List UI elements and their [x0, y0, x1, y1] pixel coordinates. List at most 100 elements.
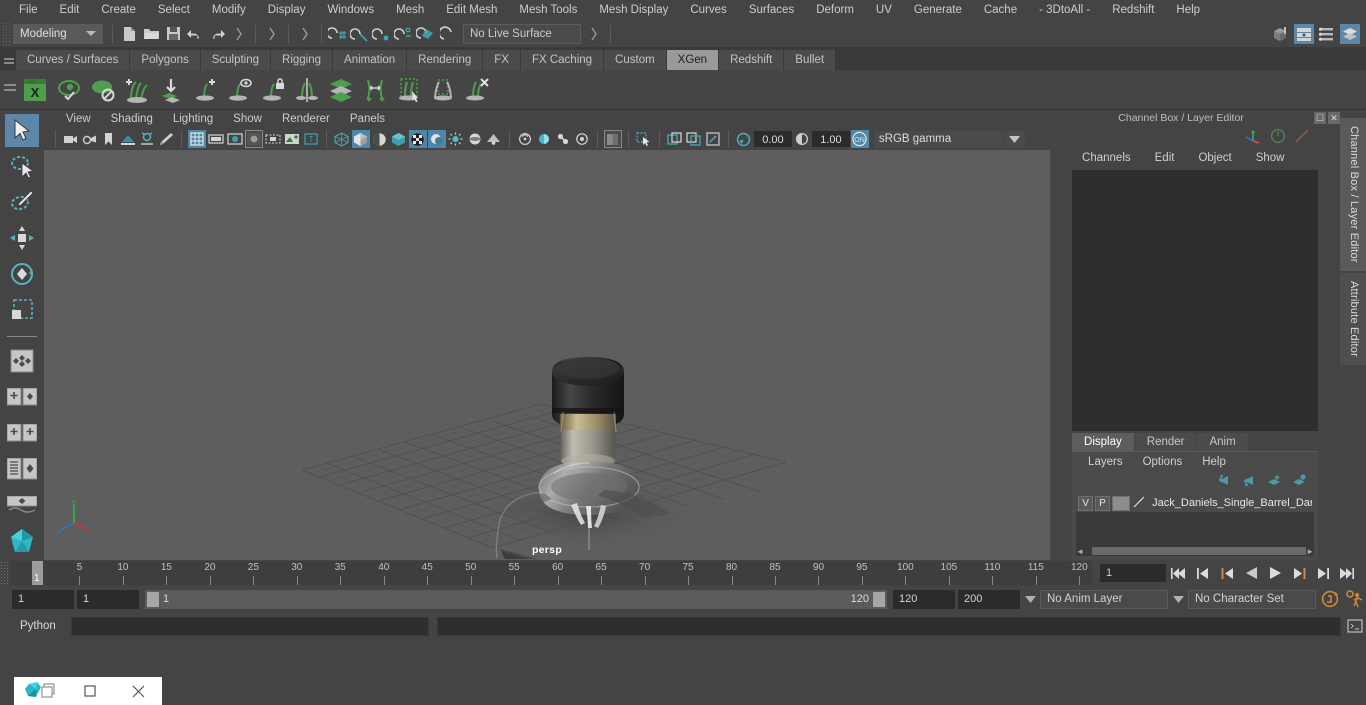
shelf-tab-fx-caching[interactable]: FX Caching: [520, 50, 605, 70]
command-language-label[interactable]: Python: [12, 620, 68, 632]
shelf-tab-xgen[interactable]: XGen: [666, 50, 720, 70]
viewport-menu-panels[interactable]: Panels: [340, 110, 395, 128]
close-icon[interactable]: [114, 677, 162, 705]
restore-window-icon[interactable]: ☐: [1314, 112, 1327, 124]
menu-help[interactable]: Help: [1165, 0, 1211, 20]
auto-keyframe-icon[interactable]: [1319, 588, 1341, 610]
menu-cache[interactable]: Cache: [973, 0, 1028, 20]
select-by-object-icon[interactable]: [261, 23, 283, 45]
grease-pencil-icon[interactable]: [157, 130, 175, 148]
menu-create[interactable]: Create: [90, 0, 147, 20]
create-layer-from-selected-icon[interactable]: [1291, 474, 1306, 490]
use-all-lights-icon[interactable]: [408, 130, 427, 148]
time-slider[interactable]: 1 5 10 15 20 25 30 35 40 45 50 55 60 65 70 75 80 85 90 95 1…: [10, 561, 1092, 585]
add-grooming-description-icon[interactable]: [120, 73, 154, 107]
menu-file[interactable]: File: [8, 0, 49, 20]
ambient-occlusion-icon[interactable]: [447, 130, 465, 148]
move-layer-down-icon[interactable]: [1241, 474, 1256, 490]
layer-color-swatch[interactable]: [1111, 495, 1131, 511]
show-hide-tool-settings-icon[interactable]: [1317, 24, 1337, 44]
rotate-tool[interactable]: [5, 257, 39, 290]
last-tool-used[interactable]: [5, 345, 39, 378]
multisample-icon[interactable]: [485, 130, 503, 148]
shelf-tab-polygons[interactable]: Polygons: [130, 50, 201, 70]
move-tool[interactable]: [5, 222, 39, 255]
isolate-select-icon[interactable]: [603, 130, 622, 148]
viewport-menu-lighting[interactable]: Lighting: [163, 110, 223, 128]
field-chart-icon[interactable]: [264, 130, 282, 148]
range-slider[interactable]: 1 120: [145, 589, 887, 609]
chevron-down-icon[interactable]: [1023, 595, 1037, 603]
tab-anim[interactable]: Anim: [1197, 433, 1248, 451]
guide-visibility-icon[interactable]: [222, 73, 256, 107]
menu-windows[interactable]: Windows: [316, 0, 385, 20]
snap-to-point-icon[interactable]: [371, 23, 393, 45]
step-back-frame-icon[interactable]: [1216, 563, 1238, 583]
shelf-tab-gripper[interactable]: [2, 48, 16, 70]
lock-guide-icon[interactable]: [256, 73, 290, 107]
layer-visibility-toggle[interactable]: V: [1078, 495, 1093, 511]
motion-blur-icon[interactable]: [466, 130, 484, 148]
menu-redshift[interactable]: Redshift: [1101, 0, 1165, 20]
chevron-down-icon[interactable]: [1004, 130, 1025, 148]
convert-to-interactive-icon[interactable]: [358, 73, 392, 107]
menu-surfaces[interactable]: Surfaces: [738, 0, 805, 20]
bookmark-icon[interactable]: [100, 130, 118, 148]
go-to-end-icon[interactable]: [1336, 563, 1358, 583]
menu-select[interactable]: Select: [147, 0, 201, 20]
new-scene-icon[interactable]: [118, 23, 140, 45]
menu-modify[interactable]: Modify: [201, 0, 257, 20]
time-slider-gripper[interactable]: [0, 561, 10, 585]
shelf-tab-sculpting[interactable]: Sculpting: [200, 50, 272, 70]
range-start-handle[interactable]: [147, 591, 159, 607]
xgen-editor-icon[interactable]: X: [18, 73, 52, 107]
make-live-icon[interactable]: [437, 23, 459, 45]
gamma-icon[interactable]: [793, 130, 811, 148]
select-camera-icon[interactable]: [62, 130, 80, 148]
snapshot-viewport-icon[interactable]: [704, 130, 722, 148]
close-window-icon[interactable]: ✕: [1328, 112, 1341, 124]
menu-curves[interactable]: Curves: [679, 0, 737, 20]
live-surface-field[interactable]: No Live Surface: [463, 23, 581, 44]
add-guide-icon[interactable]: [188, 73, 222, 107]
lasso-select-tool[interactable]: [5, 150, 39, 183]
textured-icon[interactable]: [390, 130, 408, 148]
grid-toggle-icon[interactable]: [187, 130, 206, 148]
menu-set-selector[interactable]: Modeling: [13, 23, 103, 44]
shelf-tab-rendering[interactable]: Rendering: [407, 50, 484, 70]
paint-select-tool[interactable]: [5, 186, 39, 219]
scroll-right-icon[interactable]: ►: [1306, 547, 1314, 556]
move-layer-up-icon[interactable]: [1216, 474, 1231, 490]
select-by-component-icon[interactable]: [294, 23, 316, 45]
new-viewport-icon[interactable]: [666, 130, 684, 148]
depth-peel-icon[interactable]: [516, 130, 534, 148]
shelf-tab-curves-surfaces[interactable]: Curves / Surfaces: [16, 50, 131, 70]
menu-edit[interactable]: Edit: [49, 0, 91, 20]
preview-refresh-icon[interactable]: [52, 73, 86, 107]
snap-to-grid-icon[interactable]: [327, 23, 349, 45]
command-result[interactable]: [437, 616, 1341, 636]
script-editor-icon[interactable]: [1344, 616, 1366, 636]
delete-guides-icon[interactable]: [460, 73, 494, 107]
undo-icon[interactable]: [184, 23, 206, 45]
range-end-handle[interactable]: [873, 591, 885, 607]
color-management-toggle-icon[interactable]: ON: [850, 130, 869, 148]
shelf-tab-bullet[interactable]: Bullet: [784, 50, 837, 70]
maximize-icon[interactable]: [66, 677, 114, 705]
axis-tripod-icon[interactable]: [1244, 128, 1262, 147]
select-by-hierarchy-icon[interactable]: [228, 23, 250, 45]
layer-list-hscrollbar[interactable]: ◄ ►: [1076, 546, 1315, 556]
status-line-gripper[interactable]: [2, 21, 10, 46]
quick-layout-persp-graph[interactable]: [5, 488, 39, 521]
disable-preview-icon[interactable]: [86, 73, 120, 107]
tab-render[interactable]: Render: [1134, 433, 1197, 451]
list-item[interactable]: V P Jack_Daniels_Single_Barrel_Dark_001_: [1076, 494, 1315, 512]
import-collection-icon[interactable]: [154, 73, 188, 107]
menu-display[interactable]: Display: [257, 0, 317, 20]
shelf-tab-animation[interactable]: Animation: [333, 50, 408, 70]
step-forward-frame-icon[interactable]: [1288, 563, 1310, 583]
menu-3dtoall[interactable]: - 3DtoAll -: [1028, 0, 1101, 20]
options-menu[interactable]: Options: [1133, 456, 1193, 468]
shelf-tab-rigging[interactable]: Rigging: [271, 50, 334, 70]
menu-deform[interactable]: Deform: [805, 0, 865, 20]
